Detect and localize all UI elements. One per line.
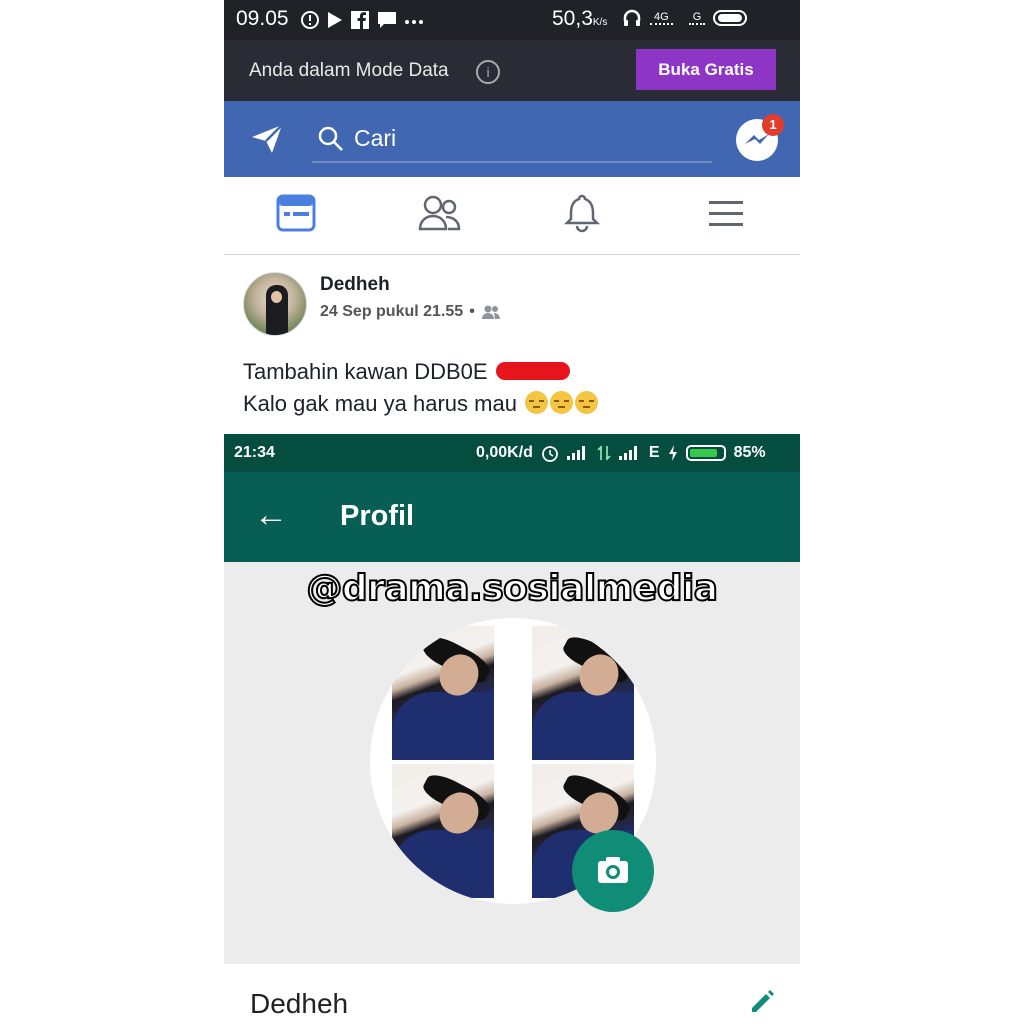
post-text-line-2: Kalo gak mau ya harus mau [243, 391, 599, 417]
alert-icon [301, 11, 319, 29]
status-system-icons: 4G G [622, 8, 749, 28]
camera-icon [598, 857, 628, 883]
embedded-network-type: E [648, 444, 660, 461]
signal-icon [566, 446, 585, 460]
send-icon[interactable] [250, 123, 284, 155]
chat-icon [378, 12, 396, 28]
tab-notifications[interactable] [562, 193, 610, 237]
profile-body: @drama.sosialmedia [224, 562, 800, 964]
friends-icon [418, 195, 461, 231]
facebook-header: Cari 1 [224, 101, 800, 177]
edit-pencil-icon[interactable] [748, 988, 776, 1016]
watermark-text: @drama.sosialmedia [305, 567, 719, 610]
free-mode-button[interactable]: Buka Gratis [636, 49, 776, 90]
meta-separator: • [469, 303, 475, 320]
photo-tile [392, 626, 495, 760]
network-g-indicator: G [688, 11, 706, 25]
profile-name: Dedheh [250, 988, 349, 1019]
signal-icon [618, 446, 637, 460]
bell-icon [563, 194, 601, 233]
profile-header: ← Profil [224, 472, 800, 562]
relieved-face-emoji [575, 391, 599, 414]
data-mode-text: Anda dalam Mode Data [249, 60, 449, 81]
network-4g-indicator: 4G [650, 11, 673, 25]
status-bar: 09.05 50,3K/s 4G G [224, 0, 800, 40]
embedded-speed: 0,00K/d [476, 444, 533, 461]
charging-icon [668, 445, 677, 461]
embedded-status-bar: 21:34 0,00K/d E 85% [224, 434, 800, 472]
alarm-icon [542, 446, 558, 462]
status-notification-icons [300, 9, 424, 31]
embedded-battery-icon [685, 445, 726, 461]
tab-menu[interactable] [706, 193, 754, 237]
search-field[interactable]: Cari [312, 115, 712, 163]
search-icon [318, 126, 343, 151]
photo-tile [392, 764, 495, 898]
relieved-face-emoji [525, 391, 549, 414]
change-photo-button[interactable] [572, 830, 654, 912]
embedded-battery-level: 85% [733, 444, 766, 461]
redaction-mark [496, 362, 570, 380]
post-author[interactable]: Dedheh [320, 274, 390, 296]
post-meta: 24 Sep pukul 21.55 • [320, 303, 501, 321]
tab-news-feed[interactable] [276, 193, 324, 237]
data-mode-bar: Anda dalam Mode Data i Buka Gratis [224, 40, 800, 101]
post-text-line-2-text: Kalo gak mau ya harus mau [243, 391, 517, 416]
battery-icon [713, 10, 748, 26]
headphones-icon [623, 9, 641, 26]
post: Dedheh 24 Sep pukul 21.55 • Tambahin kaw… [224, 256, 800, 434]
nav-tabs [224, 177, 800, 255]
hamburger-menu-icon [709, 201, 743, 226]
post-timestamp[interactable]: 24 Sep pukul 21.55 [320, 303, 463, 321]
more-icon [405, 20, 423, 24]
play-icon [328, 12, 342, 28]
relieved-face-emoji [550, 391, 574, 414]
messenger-badge: 1 [762, 114, 784, 136]
profile-name-row: Dedheh [224, 964, 800, 1024]
network-speed-value: 50,3 [552, 7, 593, 30]
news-feed-icon [276, 194, 316, 232]
search-placeholder: Cari [354, 125, 397, 151]
embedded-status-time: 21:34 [234, 444, 275, 461]
embedded-status-icons: 0,00K/d E 85% [476, 444, 766, 462]
network-speed-unit: K/s [592, 17, 608, 28]
post-text-line-1: Tambahin kawan DDB0E [243, 359, 488, 384]
facebook-icon [351, 11, 369, 29]
back-arrow-icon[interactable]: ← [254, 498, 288, 532]
tab-friends[interactable] [418, 193, 466, 237]
status-time: 09.05 [236, 7, 289, 30]
profile-title: Profil [340, 500, 415, 532]
friends-privacy-icon [481, 305, 500, 319]
photo-tile [532, 626, 635, 760]
network-speed: 50,3K/s [552, 7, 607, 31]
phone-screen: 09.05 50,3K/s 4G G Anda dalam Mode Data … [224, 0, 800, 1024]
data-transfer-icon [597, 445, 611, 461]
author-avatar[interactable] [243, 272, 307, 336]
info-icon[interactable]: i [476, 60, 500, 84]
